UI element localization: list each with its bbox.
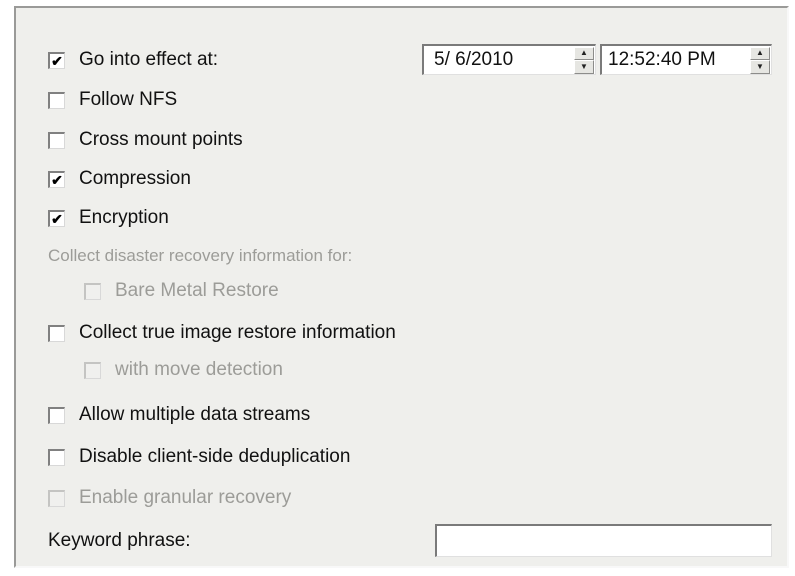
date-spinner[interactable]: ▲ ▼ <box>574 46 594 74</box>
multiple-data-streams-label: Allow multiple data streams <box>79 404 311 425</box>
bare-metal-restore-label: Bare Metal Restore <box>115 280 279 301</box>
compression-checkbox[interactable]: ✔ Compression <box>48 167 191 191</box>
follow-nfs-checkbox[interactable]: Follow NFS <box>48 88 177 112</box>
true-image-restore-checkbox[interactable]: Collect true image restore information <box>48 321 396 345</box>
cross-mount-points-label: Cross mount points <box>79 129 243 150</box>
checkbox-unchecked-icon[interactable] <box>48 324 65 342</box>
checkbox-unchecked-icon[interactable] <box>48 406 65 424</box>
effective-date-field[interactable]: 5/ 6/2010 ▲ ▼ <box>422 44 596 75</box>
disaster-recovery-heading: Collect disaster recovery information fo… <box>48 246 353 265</box>
keyword-phrase-label: Keyword phrase: <box>48 530 191 551</box>
follow-nfs-label: Follow NFS <box>79 89 178 110</box>
checkbox-checked-icon[interactable]: ✔ <box>48 209 65 227</box>
move-detection-checkbox: with move detection <box>84 358 283 382</box>
checkbox-disabled-icon <box>48 489 65 507</box>
checkbox-unchecked-icon[interactable] <box>48 91 65 109</box>
time-spinner[interactable]: ▲ ▼ <box>750 46 770 74</box>
date-value[interactable]: 5/ 6/2010 <box>424 49 574 71</box>
date-spin-down-icon[interactable]: ▼ <box>574 60 594 74</box>
multiple-data-streams-checkbox[interactable]: Allow multiple data streams <box>48 403 310 427</box>
bare-metal-restore-checkbox: Bare Metal Restore <box>84 279 279 303</box>
effective-time-field[interactable]: 12:52:40 PM ▲ ▼ <box>600 44 772 75</box>
go-into-effect-checkbox[interactable]: ✔ Go into effect at: <box>48 48 218 72</box>
time-value[interactable]: 12:52:40 PM <box>602 49 750 71</box>
checkbox-unchecked-icon[interactable] <box>48 448 65 466</box>
encryption-checkbox[interactable]: ✔ Encryption <box>48 206 169 230</box>
checkbox-checked-icon[interactable]: ✔ <box>48 51 65 69</box>
true-image-restore-label: Collect true image restore information <box>79 322 396 343</box>
encryption-label: Encryption <box>79 207 169 228</box>
compression-label: Compression <box>79 168 191 189</box>
granular-recovery-checkbox: Enable granular recovery <box>48 486 291 510</box>
backup-options-panel: ✔ Go into effect at: 5/ 6/2010 ▲ ▼ 12:52… <box>14 6 789 568</box>
time-spin-down-icon[interactable]: ▼ <box>750 60 770 74</box>
disable-dedup-label: Disable client-side deduplication <box>79 446 351 467</box>
time-spin-up-icon[interactable]: ▲ <box>750 46 770 60</box>
checkbox-disabled-icon <box>84 361 101 379</box>
keyword-phrase-input[interactable] <box>435 524 772 557</box>
date-spin-up-icon[interactable]: ▲ <box>574 46 594 60</box>
go-into-effect-label: Go into effect at: <box>79 49 219 70</box>
move-detection-label: with move detection <box>115 359 283 380</box>
checkbox-checked-icon[interactable]: ✔ <box>48 170 65 188</box>
checkbox-disabled-icon <box>84 282 101 300</box>
granular-recovery-label: Enable granular recovery <box>79 487 292 508</box>
disable-dedup-checkbox[interactable]: Disable client-side deduplication <box>48 445 350 469</box>
checkbox-unchecked-icon[interactable] <box>48 131 65 149</box>
cross-mount-points-checkbox[interactable]: Cross mount points <box>48 128 243 152</box>
